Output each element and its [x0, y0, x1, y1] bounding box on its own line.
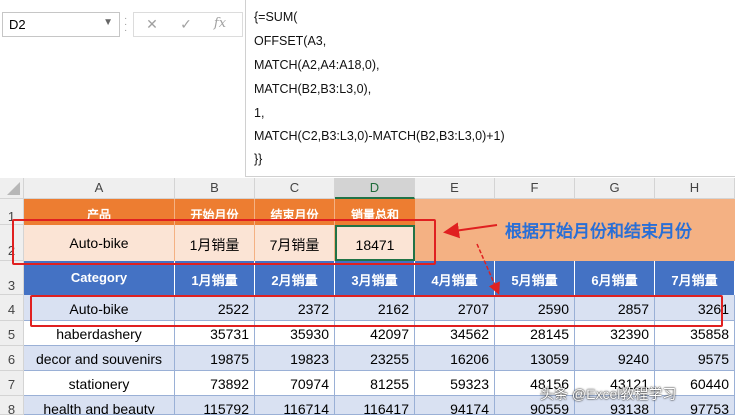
arrow-down — [476, 243, 500, 295]
annotation-arrows — [443, 222, 500, 295]
watermark: 头条 @Excel教程学习 — [540, 386, 677, 402]
arrow-left — [443, 222, 498, 239]
